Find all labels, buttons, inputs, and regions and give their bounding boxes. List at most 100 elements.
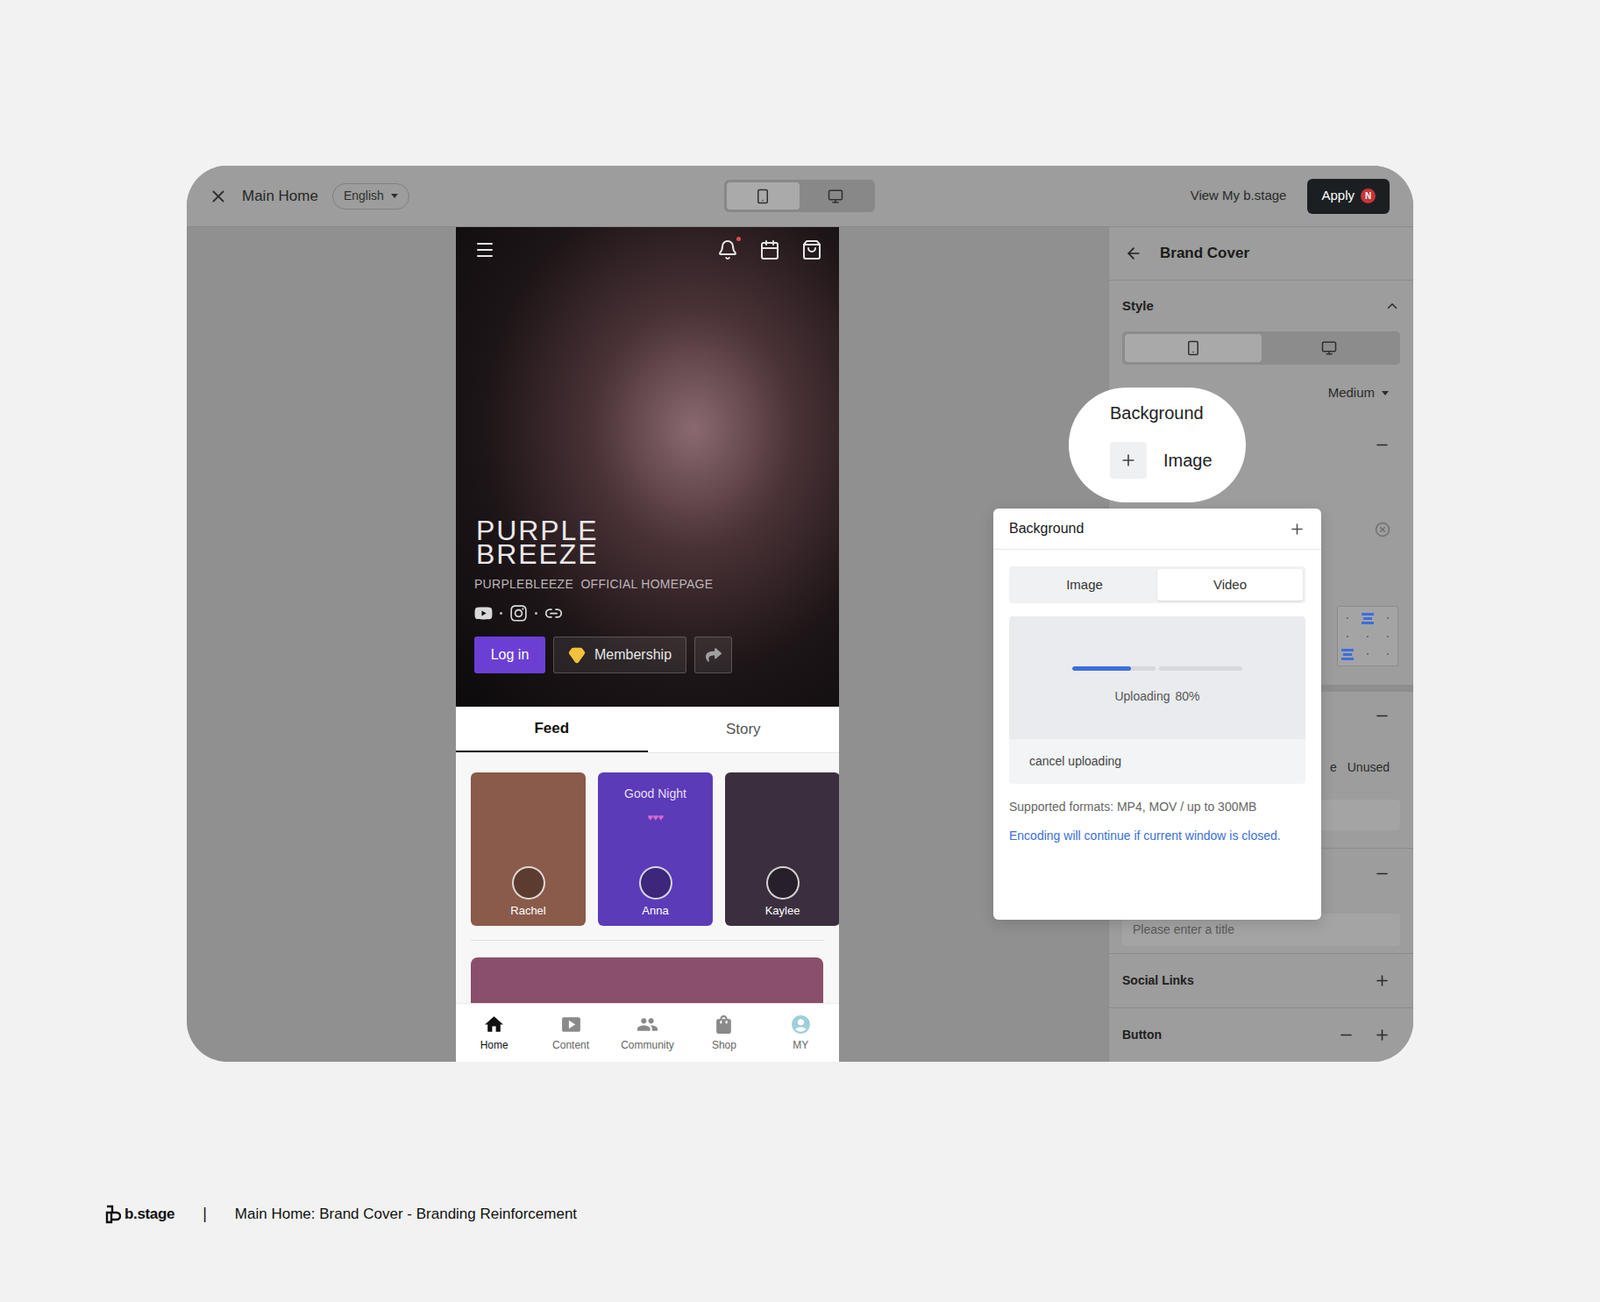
encoding-notice: Encoding will continue if current window… — [1009, 826, 1306, 846]
language-select[interactable]: English — [332, 183, 410, 210]
mobile-icon — [754, 188, 771, 205]
social-dot — [499, 611, 503, 615]
section-label: Social Links — [1122, 971, 1195, 990]
minus-icon[interactable] — [1337, 1026, 1355, 1044]
magnifier-add-button[interactable] — [1109, 441, 1147, 479]
feed-area: Rachel Good Night♥♥♥Anna Kaylee — [455, 753, 840, 1003]
story-card[interactable]: Kaylee — [725, 772, 840, 926]
instagram-icon[interactable] — [509, 604, 528, 623]
story-name: Rachel — [510, 902, 546, 920]
supported-formats: Supported formats: MP4, MOV / up to 300M… — [1009, 797, 1306, 817]
alignment-cell[interactable] — [1386, 635, 1389, 638]
story-avatar — [512, 866, 546, 900]
nav-item[interactable]: Content — [532, 1003, 609, 1062]
footer: b.stage|Main Home: Brand Cover - Brandin… — [105, 1201, 1600, 1226]
alignment-bar — [1341, 657, 1354, 661]
panel-title: Brand Cover — [1159, 241, 1250, 265]
content-tab[interactable]: Feed — [455, 706, 648, 753]
panel-header: Brand Cover — [1109, 227, 1414, 281]
feed-image[interactable] — [470, 957, 824, 1003]
close-icon[interactable] — [208, 186, 228, 207]
upload-progress — [1072, 666, 1243, 671]
alignment-bar — [1361, 612, 1374, 616]
youtube-icon[interactable] — [474, 604, 493, 623]
device-toggle — [724, 179, 875, 213]
diamond-icon — [568, 646, 586, 664]
story-card[interactable]: Rachel — [470, 772, 586, 926]
style-header[interactable]: Style — [1109, 280, 1414, 332]
bag-icon[interactable] — [801, 239, 823, 261]
media-type-tab[interactable]: Video — [1157, 568, 1303, 601]
size-select[interactable]: Medium — [1328, 383, 1389, 404]
alignment-cell[interactable] — [1386, 617, 1389, 619]
alignment-cell[interactable] — [1346, 635, 1349, 638]
login-button[interactable]: Log in — [474, 636, 546, 674]
panel-section: Button — [1109, 1008, 1414, 1062]
nav-item[interactable]: Community — [609, 1003, 686, 1062]
section-actions — [1337, 1026, 1391, 1044]
view-link[interactable]: View My b.stage — [1190, 185, 1288, 207]
hero-cover[interactable]: PURPLEBREEZEPURPLEBLEEZE OFFICIAL HOMEPA… — [455, 227, 840, 707]
device-toggle-option[interactable] — [799, 182, 873, 210]
media-type-tabs: ImageVideo — [1009, 566, 1306, 604]
top-bar-right: View My b.stage ApplyN — [1190, 178, 1390, 214]
story-card[interactable]: Good Night♥♥♥Anna — [597, 772, 713, 926]
share-button[interactable] — [694, 636, 733, 674]
usage-option[interactable]: Unused — [1347, 758, 1390, 777]
story-author: Anna — [639, 866, 673, 920]
top-bar-left: Main Home English — [208, 183, 603, 210]
bell-icon — [717, 239, 739, 261]
panel-device-option[interactable] — [1124, 334, 1262, 363]
alignment-cell[interactable] — [1341, 648, 1354, 661]
nav-label: Community — [620, 1037, 675, 1053]
collapse-icon[interactable] — [1373, 865, 1391, 882]
nav-item[interactable]: Home — [455, 1003, 533, 1062]
nav-item[interactable]: Shop — [685, 1003, 762, 1062]
cancel-upload[interactable]: cancel uploading — [1009, 739, 1306, 784]
back-arrow-icon[interactable] — [1124, 244, 1143, 263]
story-name: Kaylee — [765, 902, 801, 920]
upload-progress-area: Uploading80% — [1009, 616, 1306, 740]
remove-circle-icon[interactable] — [1374, 521, 1391, 538]
notification-button[interactable] — [717, 239, 739, 261]
membership-button[interactable]: Membership — [553, 636, 687, 674]
alignment-cell[interactable] — [1346, 617, 1349, 619]
calendar-icon[interactable] — [759, 239, 781, 261]
magnifier-callout: BackgroundImage — [1068, 387, 1246, 503]
collapse-icon[interactable] — [1373, 436, 1391, 454]
story-name: Anna — [641, 902, 669, 920]
phone-preview: PURPLEBREEZEPURPLEBLEEZE OFFICIAL HOMEPA… — [455, 227, 840, 1062]
usage-option[interactable]: e — [1329, 758, 1337, 777]
link-icon[interactable] — [544, 604, 563, 623]
footer-separator: | — [202, 1201, 207, 1226]
plus-icon[interactable] — [1373, 972, 1391, 989]
alignment-cell[interactable] — [1366, 653, 1369, 655]
upload-percent: 80% — [1175, 687, 1201, 706]
membership-label: Membership — [594, 644, 672, 666]
nav-label: Shop — [711, 1037, 737, 1053]
story-author: Kaylee — [765, 866, 801, 920]
page-title: Main Home — [241, 184, 319, 208]
plus-icon[interactable] — [1288, 520, 1306, 538]
menu-icon[interactable] — [474, 239, 496, 261]
apply-button[interactable]: ApplyN — [1307, 178, 1390, 214]
alignment-cell[interactable] — [1386, 653, 1389, 655]
device-toggle-option[interactable] — [726, 182, 800, 210]
content-tabs: FeedStory — [455, 706, 840, 754]
alignment-cell[interactable] — [1366, 635, 1369, 638]
collapse-icon[interactable] — [1373, 707, 1391, 725]
alignment-dot — [1366, 635, 1369, 638]
magnifier-add-label: Image — [1163, 447, 1213, 474]
alignment-cell[interactable] — [1361, 612, 1374, 625]
social-dot — [534, 611, 538, 615]
alignment-dot — [1346, 635, 1349, 638]
size-value: Medium — [1328, 383, 1375, 404]
nav-item[interactable]: MY — [762, 1003, 840, 1062]
alignment-dot — [1346, 617, 1349, 619]
media-type-tab[interactable]: Image — [1011, 568, 1158, 601]
content-tab[interactable]: Story — [647, 706, 840, 753]
feed-divider — [470, 939, 825, 941]
chevron-up-icon — [1384, 298, 1401, 314]
panel-device-option[interactable] — [1261, 334, 1399, 363]
plus-icon[interactable] — [1373, 1026, 1391, 1044]
